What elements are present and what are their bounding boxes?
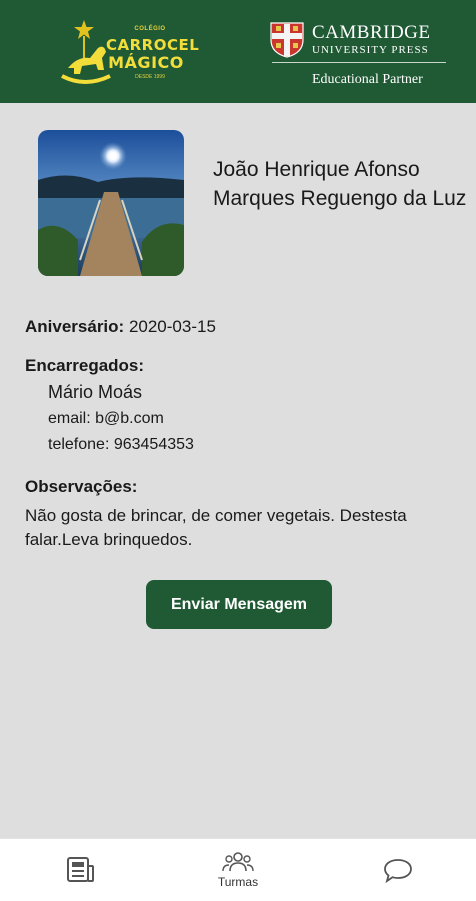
student-photo: [38, 130, 184, 276]
notes-text: Não gosta de brincar, de comer vegetais.…: [25, 506, 407, 549]
partner-tagline: Educational Partner: [312, 72, 423, 87]
partner-title: CAMBRIDGE: [312, 22, 431, 43]
birthday-row: Aniversário: 2020-03-15: [25, 317, 216, 337]
school-logo: COLÉGIO CARROCEL MÁGICO DESDE 1999: [58, 18, 200, 92]
bottom-nav: Turmas: [0, 838, 476, 901]
chat-icon: [384, 859, 412, 883]
partner-logo: CAMBRIDGE UNIVERSITY PRESS Educational P…: [270, 22, 450, 94]
guardian-email[interactable]: email: b@b.com: [48, 410, 164, 428]
nav-item-chat[interactable]: [358, 839, 438, 901]
logo-line-1: CARROCEL: [106, 36, 200, 54]
birthday-label: Aniversário:: [25, 317, 125, 336]
student-name: João Henrique Afonso Marques Reguengo da…: [213, 158, 467, 210]
cambridge-shield-icon: [270, 22, 304, 58]
birthday-value: 2020-03-15: [128, 317, 216, 336]
guardian-name: Mário Moás: [48, 382, 143, 402]
guardian-phone[interactable]: telefone: 963454353: [48, 436, 194, 454]
nav-item-news[interactable]: [40, 839, 120, 901]
group-icon: [222, 852, 254, 872]
partner-subtitle: UNIVERSITY PRESS: [312, 44, 429, 56]
nav-item-turmas[interactable]: Turmas: [198, 839, 278, 901]
logo-caption: COLÉGIO: [134, 26, 166, 32]
app-header: COLÉGIO CARROCEL MÁGICO DESDE 1999 CAMBR…: [0, 0, 476, 103]
guardians-label: Encarregados:: [25, 356, 145, 375]
notes-label: Observações:: [25, 477, 138, 496]
news-icon: [67, 857, 94, 882]
send-message-button[interactable]: Enviar Mensagem: [146, 580, 332, 629]
logo-since: DESDE 1999: [135, 74, 165, 80]
logo-line-2: MÁGICO: [108, 53, 184, 72]
nav-label-turmas: Turmas: [217, 875, 259, 889]
partner-divider: [272, 62, 446, 63]
